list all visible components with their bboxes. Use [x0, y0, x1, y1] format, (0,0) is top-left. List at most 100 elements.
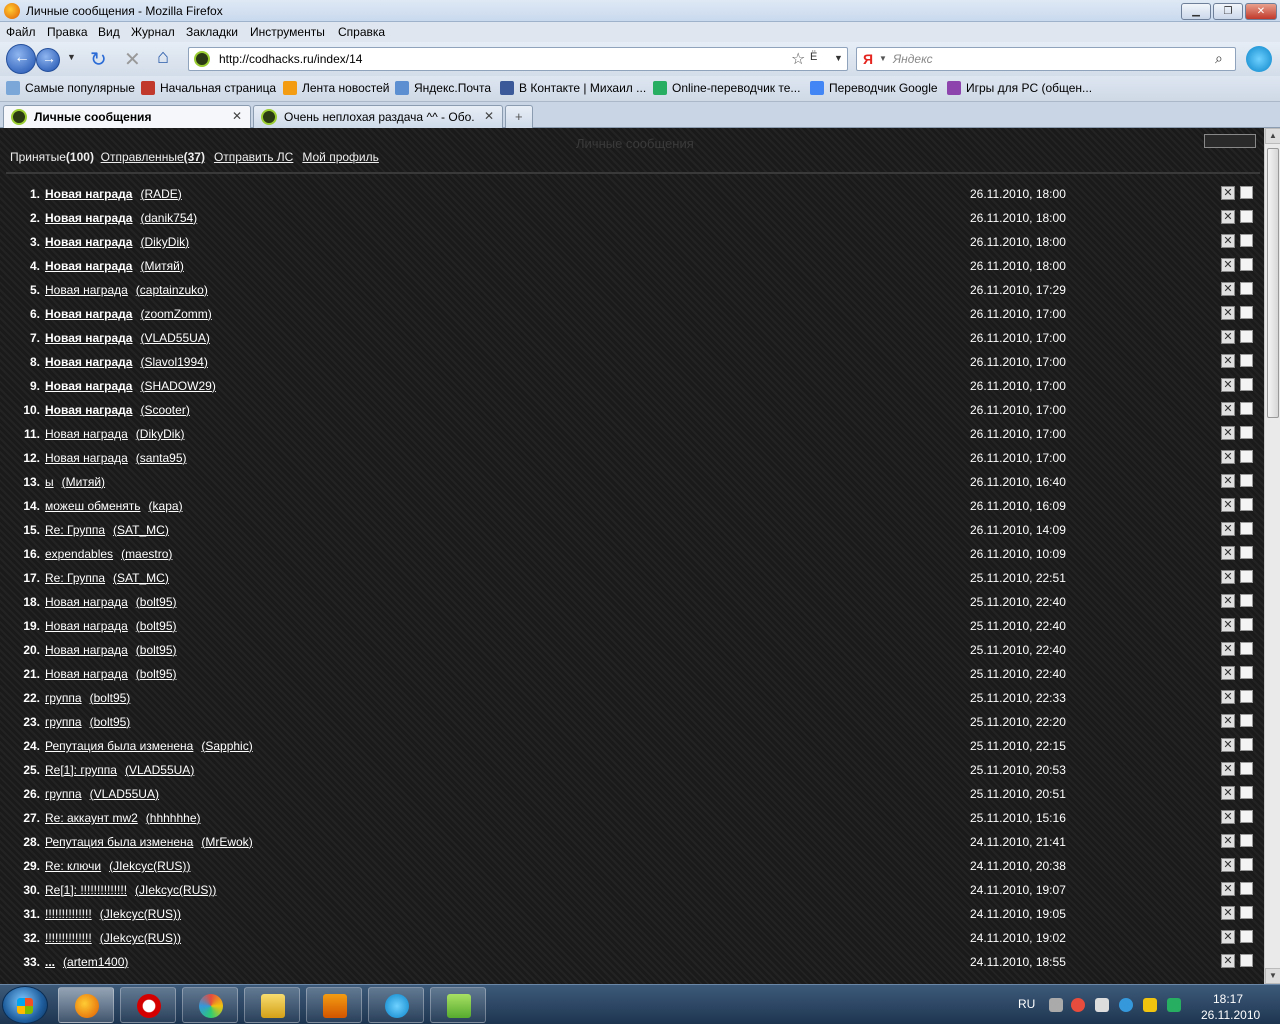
author-link[interactable]: JIekcyc(RUS)	[139, 883, 212, 897]
taskbar-skype[interactable]	[368, 987, 424, 1023]
message-select-checkbox[interactable]	[1240, 618, 1253, 631]
message-subject-link[interactable]: ... (artem1400)	[45, 955, 128, 969]
new-tab-button[interactable]: +	[505, 105, 533, 128]
taskbar-firefox[interactable]	[58, 987, 114, 1023]
delete-message-icon[interactable]: ✕	[1221, 714, 1235, 728]
clock-date[interactable]: 26.11.2010	[1201, 1008, 1260, 1022]
clock-time[interactable]: 18:17	[1213, 992, 1243, 1006]
message-select-checkbox[interactable]	[1240, 402, 1253, 415]
history-dropdown-icon[interactable]: ▼	[67, 52, 76, 62]
author-link[interactable]: bolt95	[140, 619, 173, 633]
skype-addon-icon[interactable]	[1246, 46, 1272, 72]
message-subject-link[interactable]: Новая награда (captainzuko)	[45, 283, 208, 297]
message-subject-link[interactable]: Re: аккаунт mw2 (hhhhhhe)	[45, 811, 201, 825]
message-subject-link[interactable]: expendables (maestro)	[45, 547, 172, 561]
taskbar-media-player[interactable]	[306, 987, 362, 1023]
search-input[interactable]: Яндекс	[893, 52, 933, 66]
taskbar-utorrent[interactable]	[430, 987, 486, 1023]
taskbar-opera[interactable]	[120, 987, 176, 1023]
author-link[interactable]: danik754	[144, 211, 193, 225]
menu-bookmarks[interactable]: Закладки	[186, 25, 238, 39]
search-icon[interactable]: ⌕	[1215, 50, 1223, 67]
page-widget-control[interactable]	[1204, 134, 1256, 148]
star-bookmark-icon[interactable]: ☆	[791, 49, 805, 69]
message-subject-link[interactable]: Новая награда (SHADOW29)	[45, 379, 216, 393]
delete-message-icon[interactable]: ✕	[1221, 834, 1235, 848]
message-select-checkbox[interactable]	[1240, 258, 1253, 271]
delete-message-icon[interactable]: ✕	[1221, 810, 1235, 824]
message-select-checkbox[interactable]	[1240, 906, 1253, 919]
author-link[interactable]: bolt95	[94, 691, 127, 705]
delete-message-icon[interactable]: ✕	[1221, 522, 1235, 536]
author-link[interactable]: JIekcyc(RUS)	[113, 859, 186, 873]
tab-giveaway[interactable]: Очень неплохая раздача ^^ - Обо... ✕	[253, 105, 503, 128]
author-link[interactable]: captainzuko	[140, 283, 204, 297]
stop-icon[interactable]: ✕	[124, 47, 141, 72]
delete-message-icon[interactable]: ✕	[1221, 690, 1235, 704]
reload-icon[interactable]: ↻	[90, 47, 107, 72]
bookmark-online-translator[interactable]: Online-переводчик те...	[653, 81, 800, 95]
menu-tools[interactable]: Инструменты	[250, 25, 325, 39]
author-link[interactable]: DikyDik	[140, 427, 181, 441]
delete-message-icon[interactable]: ✕	[1221, 930, 1235, 944]
message-select-checkbox[interactable]	[1240, 858, 1253, 871]
message-subject-link[interactable]: !!!!!!!!!!!!!! (JIekcyc(RUS))	[45, 907, 181, 921]
author-link[interactable]: Митяй	[144, 259, 179, 273]
message-select-checkbox[interactable]	[1240, 546, 1253, 559]
delete-message-icon[interactable]: ✕	[1221, 786, 1235, 800]
taskbar-paint[interactable]	[182, 987, 238, 1023]
author-link[interactable]: SAT_MC	[117, 571, 165, 585]
author-link[interactable]: VLAD55UA	[129, 763, 190, 777]
language-indicator[interactable]: RU	[1018, 997, 1035, 1011]
message-select-checkbox[interactable]	[1240, 930, 1253, 943]
delete-message-icon[interactable]: ✕	[1221, 330, 1235, 344]
delete-message-icon[interactable]: ✕	[1221, 402, 1235, 416]
message-subject-link[interactable]: Новая награда (Slavol1994)	[45, 355, 208, 369]
message-select-checkbox[interactable]	[1240, 954, 1253, 967]
scroll-thumb[interactable]	[1267, 148, 1279, 418]
author-link[interactable]: kapa	[153, 499, 179, 513]
message-subject-link[interactable]: Новая награда (bolt95)	[45, 643, 177, 657]
delete-message-icon[interactable]: ✕	[1221, 762, 1235, 776]
yandex-icon[interactable]: Я	[863, 51, 873, 67]
menu-help[interactable]: Справка	[338, 25, 385, 39]
message-subject-link[interactable]: Новая награда (bolt95)	[45, 667, 177, 681]
message-select-checkbox[interactable]	[1240, 354, 1253, 367]
home-icon[interactable]: ⌂	[157, 46, 169, 69]
tray-torrent-icon[interactable]	[1167, 998, 1181, 1012]
url-dropdown-icon[interactable]: ▼	[834, 53, 843, 63]
bookmark-most-visited[interactable]: Самые популярные	[6, 81, 135, 95]
message-select-checkbox[interactable]	[1240, 882, 1253, 895]
author-link[interactable]: bolt95	[140, 595, 173, 609]
message-subject-link[interactable]: ы (Митяй)	[45, 475, 105, 489]
author-link[interactable]: Scooter	[144, 403, 185, 417]
author-link[interactable]: Sapphic	[205, 739, 248, 753]
bookmark-google-translate[interactable]: Переводчик Google	[810, 81, 938, 95]
author-link[interactable]: SHADOW29	[144, 379, 211, 393]
menu-edit[interactable]: Правка	[47, 25, 88, 39]
author-link[interactable]: hhhhhhe	[150, 811, 197, 825]
author-link[interactable]: bolt95	[94, 715, 127, 729]
message-select-checkbox[interactable]	[1240, 378, 1253, 391]
message-select-checkbox[interactable]	[1240, 570, 1253, 583]
delete-message-icon[interactable]: ✕	[1221, 354, 1235, 368]
message-subject-link[interactable]: Новая награда (bolt95)	[45, 595, 177, 609]
author-link[interactable]: JIekcyc(RUS)	[104, 907, 177, 921]
delete-message-icon[interactable]: ✕	[1221, 258, 1235, 272]
delete-message-icon[interactable]: ✕	[1221, 378, 1235, 392]
message-select-checkbox[interactable]	[1240, 810, 1253, 823]
message-select-checkbox[interactable]	[1240, 714, 1253, 727]
message-select-checkbox[interactable]	[1240, 498, 1253, 511]
delete-message-icon[interactable]: ✕	[1221, 498, 1235, 512]
author-link[interactable]: zoomZomm	[144, 307, 207, 321]
forward-button[interactable]: →	[36, 48, 60, 72]
sent-tab-link[interactable]: Отправленные(37)	[101, 150, 205, 164]
scroll-down-arrow-icon[interactable]: ▼	[1265, 968, 1280, 984]
message-select-checkbox[interactable]	[1240, 306, 1253, 319]
delete-message-icon[interactable]: ✕	[1221, 210, 1235, 224]
delete-message-icon[interactable]: ✕	[1221, 666, 1235, 680]
feed-lang-icon[interactable]: Ё	[810, 51, 817, 63]
tab-personal-messages[interactable]: Личные сообщения ✕	[3, 105, 251, 128]
author-link[interactable]: santa95	[140, 451, 183, 465]
delete-message-icon[interactable]: ✕	[1221, 642, 1235, 656]
